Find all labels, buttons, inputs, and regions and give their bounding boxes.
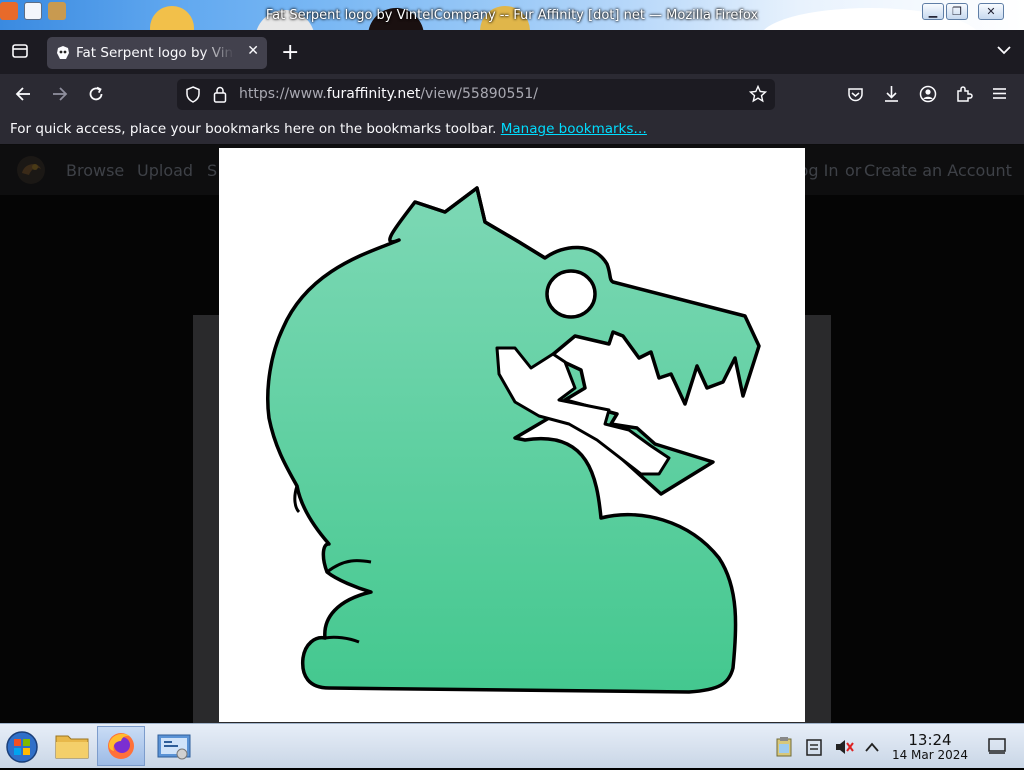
firefox-view-icon[interactable]	[11, 42, 29, 65]
tab-fat-serpent[interactable]: Fat Serpent logo by VintelCompany -- Fur…	[47, 37, 267, 69]
show-desktop-icon[interactable]	[988, 738, 1006, 758]
list-all-tabs-icon[interactable]	[996, 42, 1012, 63]
bookmarks-hint-message: For quick access, place your bookmarks h…	[10, 121, 497, 137]
forward-icon[interactable]	[51, 85, 69, 108]
serpent-eye	[545, 269, 597, 319]
system-settings-icon	[157, 734, 191, 760]
volume-muted-icon[interactable]	[834, 737, 854, 761]
nav-search-link[interactable]: S	[207, 161, 217, 180]
bookmark-star-icon[interactable]	[748, 84, 768, 107]
back-icon[interactable]	[14, 85, 32, 108]
start-orb-icon	[6, 731, 38, 763]
minimize-button[interactable]: ▁	[922, 3, 944, 20]
taskbar: 13:24 14 Mar 2024	[0, 723, 1024, 768]
tab-strip: Fat Serpent logo by VintelCompany -- Fur…	[0, 30, 1024, 74]
new-tab-icon[interactable]: +	[281, 40, 299, 65]
url-bar[interactable]: https://www.furaffinity.net/view/5589055…	[177, 79, 775, 110]
nav-create-account-link[interactable]: Create an Account	[864, 161, 1012, 180]
url-text[interactable]: https://www.furaffinity.net/view/5589055…	[239, 86, 538, 102]
downloads-icon[interactable]	[883, 85, 900, 108]
lock-icon[interactable]	[213, 86, 227, 107]
url-prefix: https://www.	[239, 86, 327, 102]
serpent-body	[266, 186, 761, 694]
clock-date[interactable]: 14 Mar 2024	[885, 748, 975, 762]
start-button[interactable]	[0, 726, 48, 766]
url-host: furaffinity.net	[326, 86, 421, 102]
window-title: Fat Serpent logo by VintelCompany -- Fur…	[265, 8, 759, 23]
taskbar-firefox[interactable]	[97, 726, 145, 766]
tracking-protection-shield-icon[interactable]	[185, 86, 201, 107]
taskbar-file-manager[interactable]	[48, 726, 96, 766]
pocket-icon[interactable]	[847, 86, 864, 108]
site-logo-icon[interactable]	[14, 153, 48, 191]
submission-image[interactable]	[219, 148, 805, 722]
extensions-icon[interactable]	[955, 85, 973, 108]
clock-time[interactable]: 13:24	[895, 731, 965, 749]
page-content: Browse Upload S Log In or Create an Acco…	[0, 145, 1024, 723]
taskbar-system-settings[interactable]	[150, 726, 198, 766]
notes-tray-icon[interactable]	[806, 738, 822, 760]
manage-bookmarks-link[interactable]: Manage bookmarks…	[501, 121, 647, 137]
bookmarks-hint: For quick access, place your bookmarks h…	[10, 121, 647, 137]
nav-upload-link[interactable]: Upload	[137, 161, 193, 180]
nav-browse-link[interactable]: Browse	[66, 161, 124, 180]
maximize-button[interactable]: ❐	[946, 3, 968, 20]
window-titlebar[interactable]: Fat Serpent logo by VintelCompany -- Fur…	[0, 0, 1024, 30]
close-window-button[interactable]: ✕	[978, 3, 1004, 20]
minimize-icon: ▁	[928, 5, 938, 18]
bookmarks-toolbar: For quick access, place your bookmarks h…	[0, 116, 1024, 145]
tab-close-icon[interactable]: ✕	[247, 43, 259, 59]
navigation-toolbar: https://www.furaffinity.net/view/5589055…	[0, 74, 1024, 116]
close-icon: ✕	[986, 5, 996, 18]
maximize-icon: ❐	[952, 5, 962, 18]
fur-affinity-favicon	[55, 45, 71, 65]
nav-or-text: or	[845, 161, 862, 180]
firefox-icon	[108, 733, 134, 759]
clipboard-tray-icon[interactable]	[775, 736, 793, 762]
url-path: /view/55890551/	[420, 86, 538, 102]
show-hidden-icons-chevron-icon[interactable]	[864, 739, 880, 758]
reload-icon[interactable]	[87, 85, 105, 108]
application-menu-icon[interactable]	[991, 85, 1008, 107]
folder-icon	[55, 735, 89, 759]
account-icon[interactable]	[919, 85, 937, 108]
fat-serpent-drawing	[266, 186, 761, 694]
tab-title: Fat Serpent logo by VintelCompany -- Fur…	[76, 45, 234, 61]
